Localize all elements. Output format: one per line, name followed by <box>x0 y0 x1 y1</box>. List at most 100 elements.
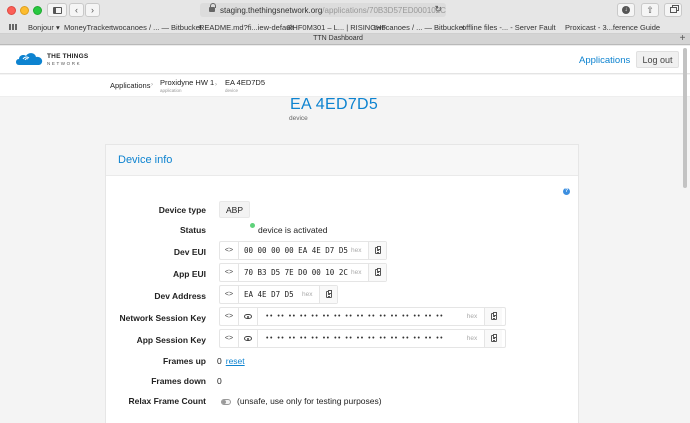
dev-eui-field: <> 00 00 00 00 EA 4E D7 D5 hex <box>219 241 387 260</box>
dev-address-value[interactable]: EA 4E D7 D5 <box>239 286 302 303</box>
frames-up-value: 0 <box>217 356 222 366</box>
tab-title[interactable]: TTN Dashboard <box>0 35 676 42</box>
hex-label: hex <box>351 269 362 276</box>
grid-icon[interactable] <box>9 24 17 30</box>
show-tabs-button[interactable] <box>664 3 682 17</box>
status-value: device is activated <box>258 225 328 235</box>
copy-button[interactable] <box>368 242 386 259</box>
clipboard-icon <box>490 334 497 342</box>
card-header: Device info <box>106 145 578 176</box>
nav-applications-link[interactable]: Applications <box>579 55 630 66</box>
copy-button[interactable] <box>484 330 502 347</box>
hex-label: hex <box>466 335 478 342</box>
network-session-key-label: Network Session Key <box>119 313 206 323</box>
tabs-icon <box>669 7 677 13</box>
clipboard-icon <box>374 246 381 254</box>
code-toggle-icon[interactable]: <> <box>220 242 239 259</box>
bookmark-item[interactable]: twocanoes / ... — Bitbucket <box>374 23 465 32</box>
dev-eui-value[interactable]: 00 00 00 00 EA 4E D7 D5 <box>239 242 351 259</box>
status-dot-icon <box>250 223 255 228</box>
bookmark-item[interactable]: RHF0M301 – L... | RISINGHF <box>287 23 386 32</box>
logo-text: THE THINGS <box>47 53 89 60</box>
code-toggle-icon[interactable]: <> <box>220 330 239 347</box>
code-toggle-icon[interactable]: <> <box>220 286 239 303</box>
app-eui-field: <> 70 B3 D5 7E D0 00 10 2C hex <box>219 263 387 282</box>
network-session-key-value[interactable]: •• •• •• •• •• •• •• •• •• •• •• •• •• •… <box>258 308 460 325</box>
bookmark-item[interactable]: Bonjour ▾ <box>28 23 60 32</box>
card-title: Device info <box>118 154 173 166</box>
app-eui-value[interactable]: 70 B3 D5 7E D0 00 10 2C <box>239 264 351 281</box>
hex-label: hex <box>351 247 362 254</box>
app-session-key-value[interactable]: •• •• •• •• •• •• •• •• •• •• •• •• •• •… <box>258 330 460 347</box>
minimize-window-button[interactable] <box>20 6 29 15</box>
device-type-label: Device type <box>158 205 206 215</box>
bookmark-item[interactable]: MoneyTracker <box>64 23 112 32</box>
back-button[interactable]: ‹ <box>69 3 84 17</box>
bookmark-item[interactable]: twocanoes / ... — Bitbucket <box>111 23 202 32</box>
tab-bar: TTN Dashboard + <box>0 34 690 45</box>
network-session-key-field: <> •• •• •• •• •• •• •• •• •• •• •• •• •… <box>219 307 506 326</box>
logout-button[interactable]: Log out <box>636 51 679 68</box>
bookmark-item[interactable]: README.md?fi...iew-default <box>199 23 294 32</box>
clipboard-icon <box>374 268 381 276</box>
eye-icon <box>244 336 252 341</box>
hex-label: hex <box>302 291 313 298</box>
code-toggle-icon[interactable]: <> <box>220 308 239 325</box>
bookmark-item[interactable]: offline files -... - Server Fault <box>462 23 556 32</box>
hex-label: hex <box>466 313 478 320</box>
zoom-window-button[interactable] <box>33 6 42 15</box>
web-page: THE THINGS NETWORK Applications Log out … <box>0 46 690 423</box>
page-scrollbar[interactable] <box>683 46 688 423</box>
chevron-left-icon: ‹ <box>75 5 78 15</box>
app-session-key-field: <> •• •• •• •• •• •• •• •• •• •• •• •• •… <box>219 329 506 348</box>
forward-button[interactable]: › <box>85 3 100 17</box>
show-key-button[interactable] <box>239 308 258 325</box>
site-header: THE THINGS NETWORK Applications Log out <box>0 46 690 74</box>
share-icon: ⇧ <box>646 4 654 15</box>
downloads-button[interactable]: ↓ <box>617 3 635 17</box>
copy-button[interactable] <box>319 286 337 303</box>
chevron-right-icon: › <box>151 82 153 88</box>
device-title: EA 4ED7D5 <box>290 96 379 113</box>
dev-address-field: <> EA 4E D7 D5 hex <box>219 285 338 304</box>
frames-down-label: Frames down <box>151 376 206 386</box>
bookmark-item[interactable]: Proxicast - 3...ference Guide <box>565 23 660 32</box>
chevron-right-icon: › <box>215 82 217 88</box>
show-key-button[interactable] <box>239 330 258 347</box>
url-path: /applications/70B3D57ED000102C/de <box>322 5 446 15</box>
breadcrumb-application-sub: application <box>160 88 182 93</box>
relax-frame-count-toggle[interactable] <box>221 399 231 405</box>
dev-eui-label: Dev EUI <box>173 247 206 257</box>
code-toggle-icon[interactable]: <> <box>220 264 239 281</box>
address-bar[interactable]: staging.thethingsnetwork.org/application… <box>200 3 446 17</box>
browser-titlebar: ‹ › staging.thethingsnetwork.org/applica… <box>0 0 690 20</box>
clipboard-icon <box>490 312 497 320</box>
logo-subtext: NETWORK <box>47 61 82 66</box>
copy-button[interactable] <box>368 264 386 281</box>
bookmarks-bar: Bonjour ▾ MoneyTracker twocanoes / ... —… <box>0 20 690 34</box>
close-window-button[interactable] <box>7 6 16 15</box>
new-tab-button[interactable]: + <box>677 34 688 44</box>
status-label: Status <box>180 225 206 235</box>
cloud-logo-icon <box>16 53 43 65</box>
breadcrumb-device[interactable]: EA 4ED7D5 <box>225 78 265 87</box>
sidebar-toggle-button[interactable] <box>47 3 67 17</box>
frames-down-value: 0 <box>217 376 222 386</box>
help-icon[interactable]: ? <box>563 188 570 195</box>
app-eui-label: App EUI <box>172 269 206 279</box>
device-type-badge: ABP <box>219 201 251 218</box>
frames-up-label: Frames up <box>163 356 206 366</box>
breadcrumb-device-sub: device <box>225 88 239 93</box>
eye-icon <box>244 314 252 319</box>
device-info-card: Device info ? Device type ABP Status dev… <box>105 144 579 423</box>
breadcrumb-applications[interactable]: Applications <box>110 81 150 90</box>
reload-icon[interactable]: ↻ <box>434 4 442 15</box>
reset-frames-link[interactable]: reset <box>226 356 245 366</box>
copy-button[interactable] <box>484 308 502 325</box>
share-button[interactable]: ⇧ <box>641 3 659 17</box>
breadcrumb-application[interactable]: Proxidyne HW 1 <box>160 78 214 87</box>
relax-frame-count-note: (unsafe, use only for testing purposes) <box>237 396 382 406</box>
dev-address-label: Dev Address <box>154 291 206 301</box>
lock-icon <box>209 3 216 13</box>
scrollbar-thumb[interactable] <box>683 48 687 188</box>
